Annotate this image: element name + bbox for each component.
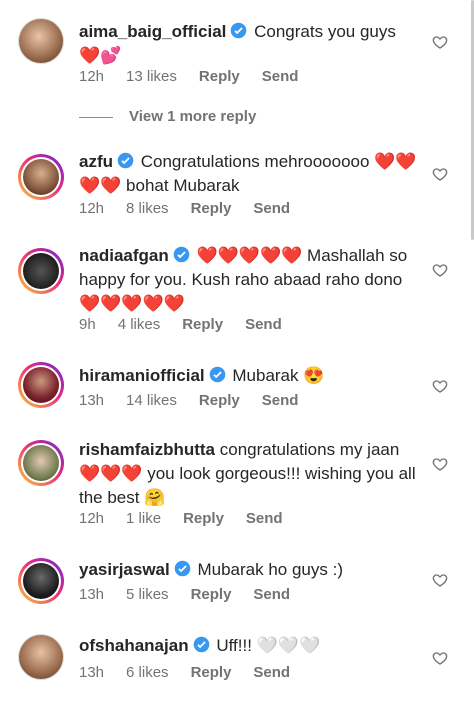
heart-outline-icon[interactable] bbox=[432, 166, 448, 182]
comment-body: rishamfaizbhutta congratulations my jaan… bbox=[79, 438, 419, 510]
username[interactable]: nadiaafgan bbox=[79, 246, 169, 265]
reply-button[interactable]: Reply bbox=[199, 68, 240, 85]
comment-body: nadiaafgan ❤️❤️❤️❤️❤️ Mashallah so happy… bbox=[79, 244, 419, 316]
comment-meta: 13h 5 likes Reply Send bbox=[79, 586, 312, 603]
verified-badge-icon bbox=[117, 152, 134, 169]
timestamp: 12h bbox=[79, 68, 105, 85]
send-button[interactable]: Send bbox=[253, 586, 290, 603]
timestamp: 13h bbox=[79, 392, 105, 409]
likes-count[interactable]: 13 likes bbox=[126, 68, 177, 85]
username[interactable]: ofshahanajan bbox=[79, 636, 189, 655]
username[interactable]: azfu bbox=[79, 152, 113, 171]
send-button[interactable]: Send bbox=[245, 316, 282, 333]
username[interactable]: rishamfaizbhutta bbox=[79, 440, 215, 459]
view-more-label: View 1 more reply bbox=[129, 108, 257, 125]
likes-count[interactable]: 14 likes bbox=[126, 392, 177, 409]
avatar[interactable] bbox=[18, 248, 64, 294]
likes-count[interactable]: 4 likes bbox=[118, 316, 161, 333]
avatar[interactable] bbox=[18, 154, 64, 200]
timestamp: 12h bbox=[79, 510, 105, 527]
timestamp: 13h bbox=[79, 586, 105, 603]
verified-badge-icon bbox=[173, 246, 190, 263]
reply-button[interactable]: Reply bbox=[182, 316, 223, 333]
timestamp: 9h bbox=[79, 316, 96, 333]
comment-meta: 12h 1 like Reply Send bbox=[79, 510, 305, 527]
likes-count[interactable]: 8 likes bbox=[126, 200, 169, 217]
send-button[interactable]: Send bbox=[262, 392, 299, 409]
comment-body: aima_baig_official Congrats you guys ❤️💕 bbox=[79, 20, 419, 68]
verified-badge-icon bbox=[174, 560, 191, 577]
verified-badge-icon bbox=[193, 636, 209, 653]
send-button[interactable]: Send bbox=[262, 68, 299, 85]
verified-badge-icon bbox=[231, 22, 247, 39]
send-button[interactable]: Send bbox=[253, 664, 290, 681]
divider bbox=[79, 116, 113, 118]
avatar[interactable] bbox=[18, 558, 64, 604]
heart-outline-icon[interactable] bbox=[432, 262, 448, 278]
reply-button[interactable]: Reply bbox=[199, 392, 240, 409]
likes-count[interactable]: 5 likes bbox=[126, 586, 169, 603]
reply-button[interactable]: Reply bbox=[191, 586, 232, 603]
username[interactable]: hiramaniofficial bbox=[79, 366, 205, 385]
heart-outline-icon[interactable] bbox=[432, 572, 448, 588]
comment-meta: 12h 8 likes Reply Send bbox=[79, 200, 312, 217]
reply-button[interactable]: Reply bbox=[183, 510, 224, 527]
comment-meta: 13h 6 likes Reply Send bbox=[79, 664, 312, 681]
comment-body: azfu Congratulations mehrooooooo ❤️❤️❤️❤… bbox=[79, 150, 419, 198]
avatar[interactable] bbox=[18, 634, 64, 680]
timestamp: 12h bbox=[79, 200, 105, 217]
view-more-replies[interactable]: View 1 more reply bbox=[79, 108, 256, 125]
comment-meta: 9h 4 likes Reply Send bbox=[79, 316, 304, 333]
heart-outline-icon[interactable] bbox=[432, 650, 448, 666]
comment-body: ofshahanajan Uff!!! 🤍🤍🤍 bbox=[79, 634, 419, 658]
likes-count[interactable]: 6 likes bbox=[126, 664, 169, 681]
send-button[interactable]: Send bbox=[246, 510, 283, 527]
send-button[interactable]: Send bbox=[253, 200, 290, 217]
verified-badge-icon bbox=[209, 366, 225, 383]
comment-text: Mubarak 😍 bbox=[232, 366, 325, 385]
comment-body: hiramaniofficial Mubarak 😍 bbox=[79, 364, 419, 388]
reply-button[interactable]: Reply bbox=[191, 200, 232, 217]
likes-count[interactable]: 1 like bbox=[126, 510, 161, 527]
username[interactable]: yasirjaswal bbox=[79, 560, 170, 579]
heart-outline-icon[interactable] bbox=[432, 378, 448, 394]
reply-button[interactable]: Reply bbox=[191, 664, 232, 681]
comment-meta: 12h 13 likes Reply Send bbox=[79, 68, 320, 85]
comment-text: Mubarak ho guys :) bbox=[197, 560, 343, 579]
avatar[interactable] bbox=[18, 362, 64, 408]
comment-meta: 13h 14 likes Reply Send bbox=[79, 392, 320, 409]
username[interactable]: aima_baig_official bbox=[79, 22, 226, 41]
avatar[interactable] bbox=[18, 18, 64, 64]
comment-body: yasirjaswal Mubarak ho guys :) bbox=[79, 558, 419, 582]
heart-outline-icon[interactable] bbox=[432, 456, 448, 472]
heart-outline-icon[interactable] bbox=[432, 34, 448, 50]
comment-text: Uff!!! 🤍🤍🤍 bbox=[216, 636, 321, 655]
timestamp: 13h bbox=[79, 664, 105, 681]
avatar[interactable] bbox=[18, 440, 64, 486]
